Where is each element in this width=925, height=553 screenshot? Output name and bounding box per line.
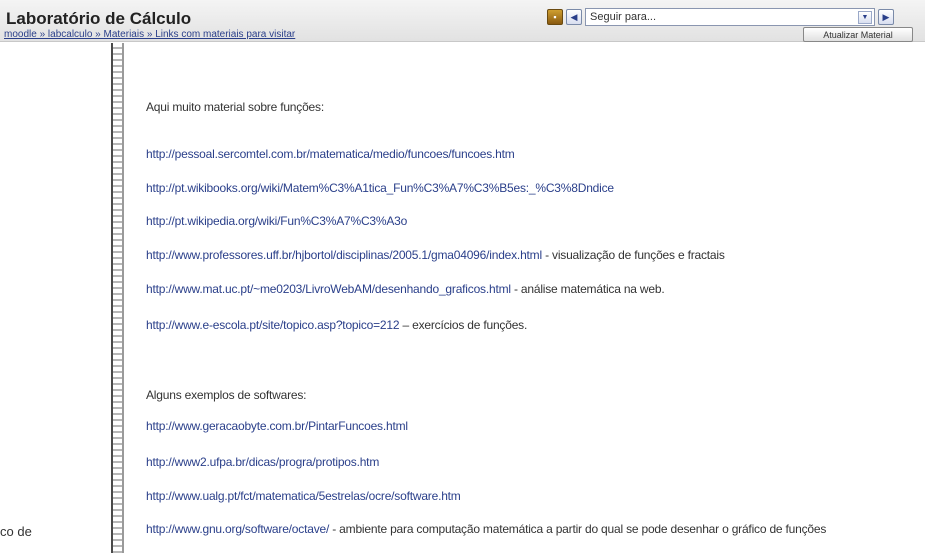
- update-material-button[interactable]: Atualizar Material: [803, 27, 913, 42]
- list-item: http://pessoal.sercomtel.com.br/matemati…: [146, 147, 515, 161]
- link-description: – exercícios de funções.: [399, 318, 528, 332]
- page-header: Laboratório de Cálculo ▪ ◀ Seguir para..…: [0, 0, 925, 42]
- jump-navigation: ▪ ◀ Seguir para... ▼ ▶: [547, 8, 894, 26]
- chevron-down-icon[interactable]: ▼: [858, 10, 872, 24]
- jump-to-select[interactable]: Seguir para... ▼: [585, 8, 875, 26]
- left-column: [0, 43, 110, 553]
- list-item: http://www.gnu.org/software/octave/ - am…: [146, 522, 925, 536]
- link[interactable]: http://www2.ufpa.br/dicas/progra/protipo…: [146, 455, 379, 469]
- main-content: Aqui muito material sobre funções: http:…: [146, 43, 925, 553]
- breadcrumb[interactable]: moodle » labcalculo » Materiais » Links …: [4, 29, 704, 42]
- link[interactable]: http://www.mat.uc.pt/~me0203/LivroWebAM/…: [146, 282, 511, 296]
- link[interactable]: http://www.geracaobyte.com.br/PintarFunc…: [146, 419, 408, 433]
- list-item: http://pt.wikipedia.org/wiki/Fun%C3%A7%C…: [146, 214, 407, 228]
- link-description: - análise matemática na web.: [510, 282, 665, 296]
- previous-activity-button[interactable]: ◀: [566, 9, 582, 25]
- jump-to-placeholder: Seguir para...: [590, 11, 657, 23]
- list-item: http://www.geracaobyte.com.br/PintarFunc…: [146, 419, 408, 433]
- link[interactable]: http://pessoal.sercomtel.com.br/matemati…: [146, 147, 515, 161]
- link[interactable]: http://pt.wikipedia.org/wiki/Fun%C3%A7%C…: [146, 214, 407, 228]
- list-item: http://www.professores.uff.br/hjbortol/d…: [146, 248, 725, 262]
- intro-text: Aqui muito material sobre funções:: [146, 100, 324, 114]
- next-activity-button[interactable]: ▶: [878, 9, 894, 25]
- link[interactable]: http://www.gnu.org/software/octave/: [146, 522, 329, 536]
- site-title: Laboratório de Cálculo: [6, 9, 192, 28]
- link[interactable]: http://www.professores.uff.br/hjbortol/d…: [146, 248, 542, 262]
- left-column-text: co de: [0, 524, 32, 539]
- list-item: http://www2.ufpa.br/dicas/progra/protipo…: [146, 455, 379, 469]
- list-item: http://pt.wikibooks.org/wiki/Matem%C3%A1…: [146, 181, 614, 195]
- list-item: http://www.mat.uc.pt/~me0203/LivroWebAM/…: [146, 282, 665, 296]
- link-description: - visualização de funções e fractais: [541, 248, 725, 262]
- list-item: http://www.ualg.pt/fct/matematica/5estre…: [146, 489, 461, 503]
- frame-divider-edge: [122, 43, 124, 553]
- list-item: http://www.e-escola.pt/site/topico.asp?t…: [146, 318, 527, 332]
- link[interactable]: http://pt.wikibooks.org/wiki/Matem%C3%A1…: [146, 181, 614, 195]
- link[interactable]: http://www.e-escola.pt/site/topico.asp?t…: [146, 318, 400, 332]
- link-description: - ambiente para computação matemática a …: [329, 522, 827, 536]
- link[interactable]: http://www.ualg.pt/fct/matematica/5estre…: [146, 489, 461, 503]
- popup-icon[interactable]: ▪: [547, 9, 563, 25]
- intro-text: Alguns exemplos de softwares:: [146, 388, 307, 402]
